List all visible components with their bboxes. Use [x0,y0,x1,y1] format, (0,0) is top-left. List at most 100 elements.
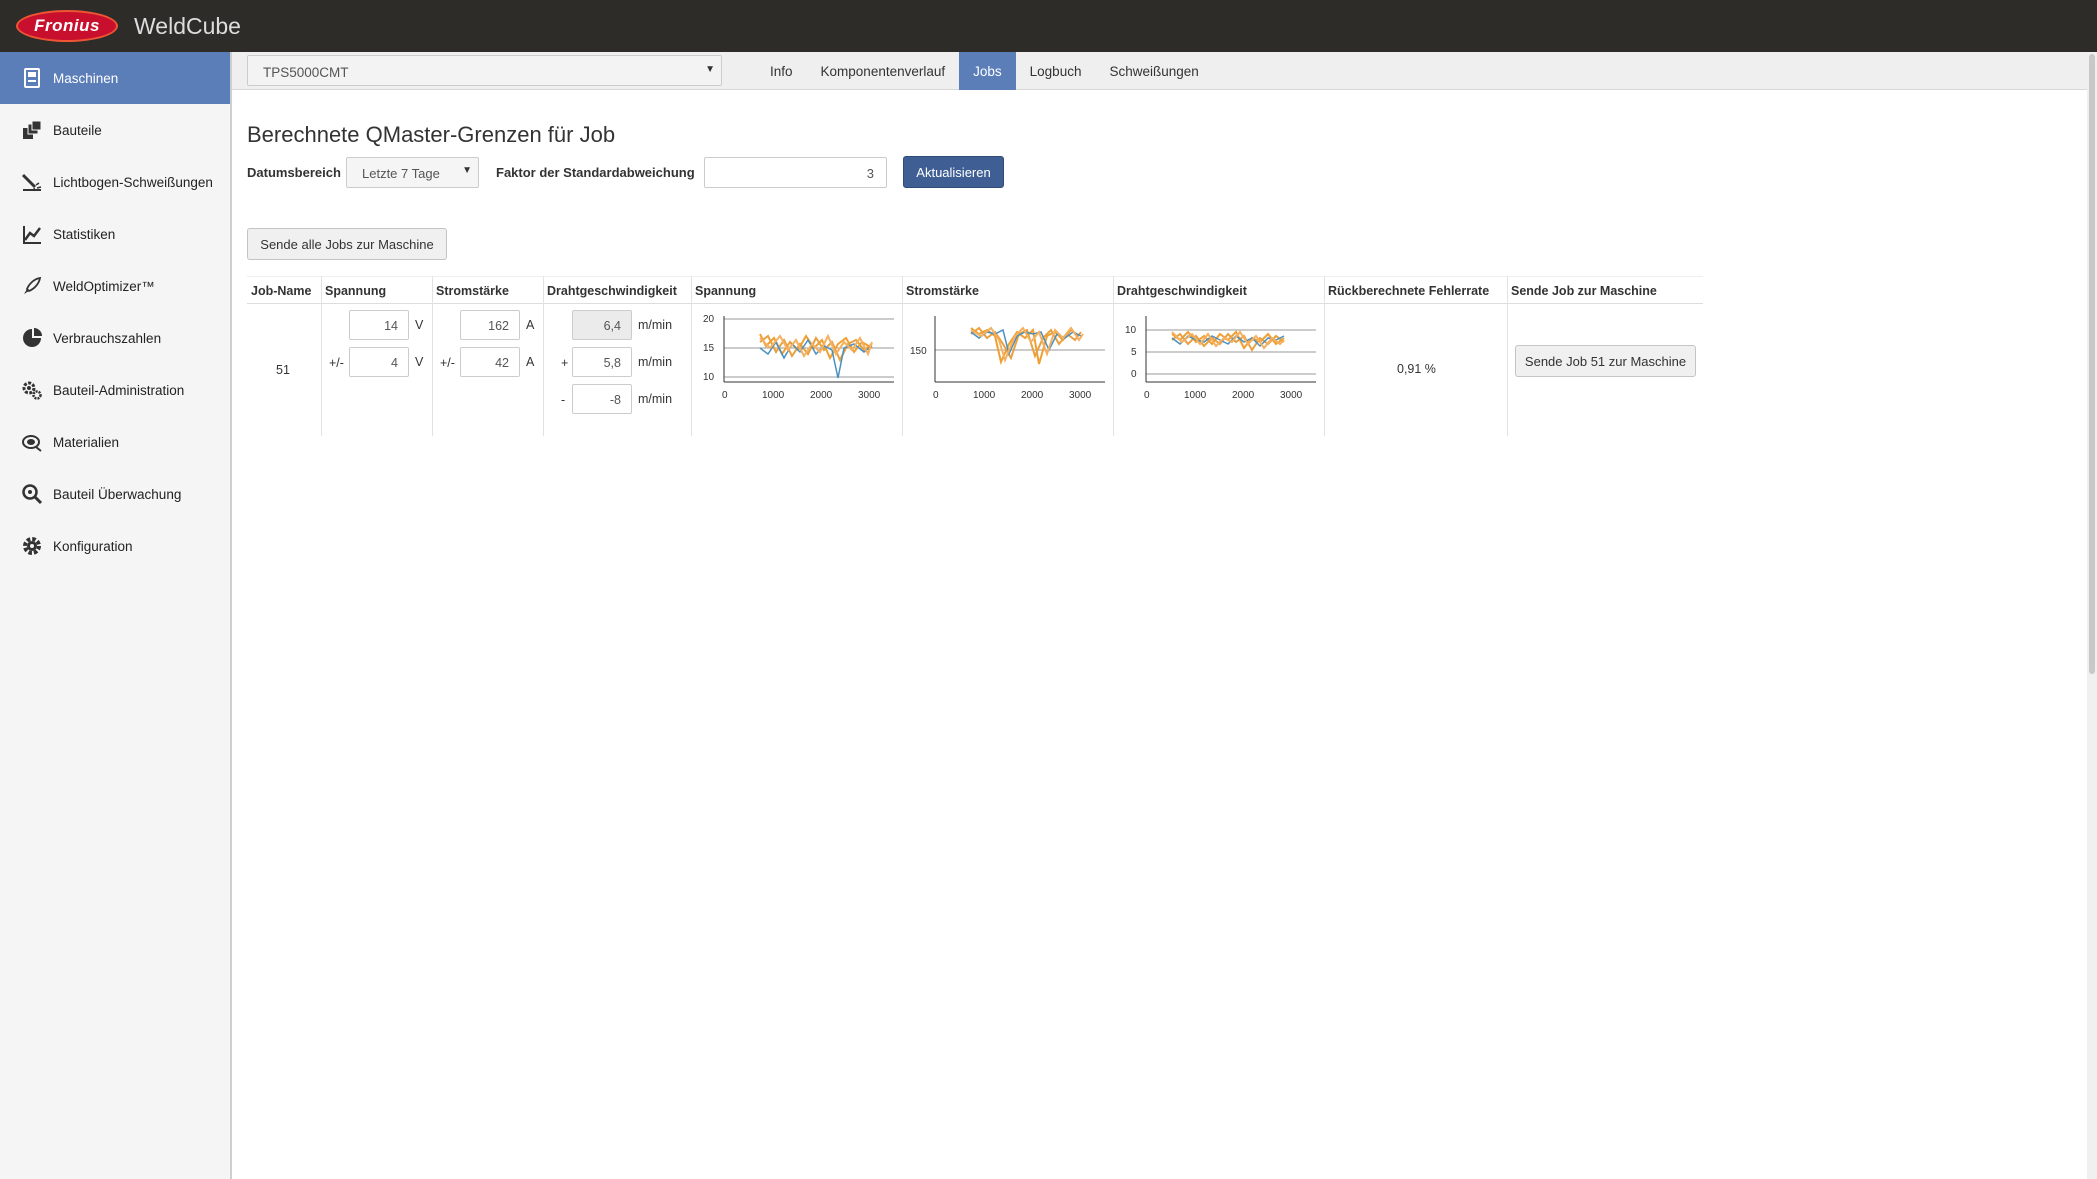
sidebar: Maschinen Bauteile Lichtbogen-Schweißung… [0,52,232,1179]
sidebar-item-label: Maschinen [53,70,119,86]
sidebar-item-bauteil-ueberwachung[interactable]: Bauteil Überwachung [0,468,230,520]
column-divider [1113,276,1114,436]
draht-minus-prefix: - [561,393,566,407]
sidebar-item-konfiguration[interactable]: Konfiguration [0,520,230,572]
sidebar-item-bauteil-administration[interactable]: Bauteil-Administration [0,364,230,416]
draht-minus-input[interactable]: -8 [572,384,632,414]
scrollbar-thumb[interactable] [2089,54,2095,674]
sidebar-item-label: Bauteil Überwachung [53,486,182,502]
column-divider [691,276,692,436]
x-tick-label: 3000 [858,390,881,401]
x-tick-label: 0 [1144,390,1150,401]
x-tick-label: 2000 [810,390,833,401]
x-tick-label: 3000 [1069,390,1092,401]
header-spannung: Spannung [321,276,432,304]
send-job-button[interactable]: Sende Job 51 zur Maschine [1515,345,1696,377]
strom-tol-unit: A [526,355,535,369]
sidebar-item-maschinen[interactable]: Maschinen [0,52,230,104]
factor-input[interactable]: 3 [704,157,887,188]
jobs-table: Job-Name Spannung Stromstärke Drahtgesch… [247,276,1703,436]
spannung-tol-prefix: +/- [329,356,344,370]
materials-icon [20,430,44,454]
date-range-label: Datumsbereich [247,165,341,180]
column-divider [321,276,322,436]
y-tick-label: 10 [703,372,715,383]
date-range-value: Letzte 7 Tage [362,166,440,181]
tab-logbuch[interactable]: Logbuch [1016,52,1096,90]
sidebar-item-label: Bauteil-Administration [53,382,185,398]
sidebar-item-materialien[interactable]: Materialien [0,416,230,468]
x-tick-label: 2000 [1021,390,1044,401]
job-name-cell: 51 [276,363,290,377]
gears-icon [20,378,44,402]
sidebar-item-weldoptimizer[interactable]: WeldOptimizer™ [0,260,230,312]
tab-jobs[interactable]: Jobs [959,52,1016,90]
top-bar: Fronius WeldCube [0,0,2097,52]
tab-schweissungen[interactable]: Schweißungen [1095,52,1212,90]
y-tick-label: 15 [703,343,715,354]
tab-info[interactable]: Info [756,52,807,90]
draht-plus-unit: m/min [638,355,673,369]
x-tick-label: 2000 [1232,390,1255,401]
spannung-input[interactable]: 14 [349,310,409,340]
rocket-icon [20,274,44,298]
header-stromstaerke: Stromstärke [432,276,543,304]
y-tick-label: 5 [1131,347,1137,358]
spannung-tol-unit: V [415,355,424,369]
draht-plus-input[interactable]: 5,8 [572,347,632,377]
column-divider [1324,276,1325,436]
strom-input[interactable]: 162 [460,310,520,340]
chevron-down-icon: ▼ [462,165,472,176]
sidebar-item-label: Verbrauchszahlen [53,330,162,346]
sidebar-item-bauteile[interactable]: Bauteile [0,104,230,156]
y-tick-label: 150 [910,346,927,357]
column-divider [432,276,433,436]
send-all-jobs-button[interactable]: Sende alle Jobs zur Maschine [247,228,447,260]
header-fehlerrate: Rückberechnete Fehlerrate [1324,276,1507,304]
sidebar-item-verbrauchszahlen[interactable]: Verbrauchszahlen [0,312,230,364]
header-draht-chart: Drahtgeschwindigkeit [1113,276,1324,304]
date-range-select[interactable]: Letzte 7 Tage ▼ [346,157,479,188]
spannung-tol-input[interactable]: 4 [349,347,409,377]
sidebar-item-statistiken[interactable]: Statistiken [0,208,230,260]
y-tick-label: 10 [1125,325,1137,336]
sidebar-item-label: WeldOptimizer™ [53,278,155,294]
machine-nav: TPS5000CMT ▼ Info Komponentenverlauf Job… [232,52,2087,90]
machine-select[interactable]: TPS5000CMT ▼ [247,55,722,86]
refresh-button[interactable]: Aktualisieren [903,156,1004,188]
scrollbar[interactable] [2087,52,2097,1179]
machine-select-value: TPS5000CMT [263,65,349,80]
column-divider [1507,276,1508,436]
gear-icon [20,534,44,558]
column-divider [902,276,903,436]
chevron-down-icon: ▼ [705,64,715,75]
x-tick-label: 1000 [762,390,785,401]
stromstaerke-chart: 150 0 1000 2000 3000 [910,316,1105,401]
draht-unit: m/min [638,318,673,332]
header-drahtgeschwindigkeit: Drahtgeschwindigkeit [543,276,691,304]
sidebar-item-label: Lichtbogen-Schweißungen [53,174,213,190]
tab-komponentenverlauf[interactable]: Komponentenverlauf [807,52,960,90]
x-tick-label: 0 [933,390,939,401]
strom-tol-input[interactable]: 42 [460,347,520,377]
strom-tol-prefix: +/- [440,356,455,370]
machine-tabs: Info Komponentenverlauf Jobs Logbuch Sch… [756,52,1213,90]
parts-icon [20,118,44,142]
x-tick-label: 1000 [1184,390,1207,401]
x-tick-label: 0 [722,390,728,401]
sidebar-item-label: Materialien [53,434,120,450]
spannung-chart: 20 15 10 0 1000 2000 3000 [703,314,894,401]
sidebar-item-lichtbogen[interactable]: Lichtbogen-Schweißungen [0,156,230,208]
spannung-unit: V [415,318,424,332]
column-divider [543,276,544,436]
header-spannung-chart: Spannung [691,276,902,304]
sidebar-item-label: Bauteile [53,122,102,138]
header-job-name: Job-Name [247,276,321,304]
sidebar-item-label: Konfiguration [53,538,133,554]
sidebar-item-label: Statistiken [53,226,116,242]
draht-plus-prefix: + [561,356,569,370]
fronius-logo[interactable]: Fronius [16,10,118,42]
strom-unit: A [526,318,535,332]
arc-welding-icon [20,170,44,194]
x-tick-label: 3000 [1280,390,1303,401]
